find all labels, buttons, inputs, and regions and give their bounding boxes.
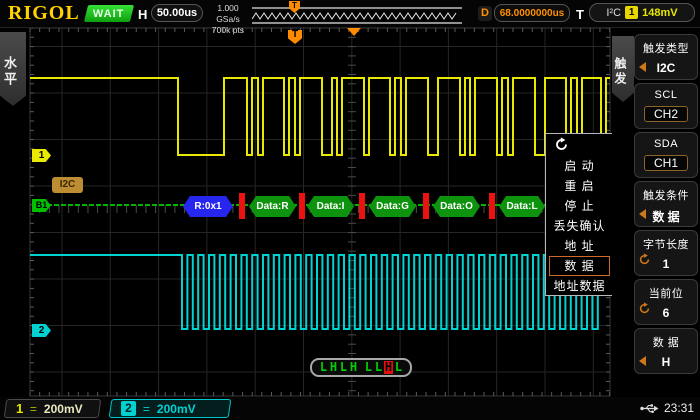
trigger-label: T bbox=[576, 7, 584, 22]
left-arrow-icon bbox=[639, 62, 646, 72]
menu-button-sda[interactable]: SDA CH1 bbox=[634, 132, 698, 178]
rigol-logo: RIGOL bbox=[8, 2, 80, 25]
trigger-pattern-badge: L H L H L L H L bbox=[310, 358, 412, 377]
delay-value[interactable]: 68.0000000us bbox=[494, 4, 570, 22]
decode-separator bbox=[359, 193, 365, 219]
pattern-bit: H bbox=[329, 361, 338, 374]
channel2-pill[interactable]: 2 = 200mV bbox=[109, 399, 232, 418]
trigger-level: 148mV bbox=[642, 7, 677, 19]
left-arrow-icon bbox=[639, 209, 646, 219]
popup-item-data[interactable]: 数 据 bbox=[549, 256, 610, 276]
knob-rotate-icon bbox=[554, 137, 569, 157]
popup-item-start[interactable]: 启 动 bbox=[546, 156, 613, 176]
trigger-condition-popup: 启 动 重 启 停 止 丢失确认 地 址 数 据 地址数据 bbox=[545, 133, 613, 296]
sample-rate: 1.000 GSa/s 700k pts bbox=[206, 3, 250, 36]
pattern-bit: L bbox=[364, 361, 373, 374]
trigger-type: I²C bbox=[606, 7, 621, 19]
decode-block-data: Data:O bbox=[433, 196, 480, 217]
knob-rotate-icon bbox=[638, 302, 651, 320]
oscilloscope-screen: RIGOL WAIT H 50.00us 1.000 GSa/s 700k pt… bbox=[0, 0, 700, 420]
trigger-info-pill[interactable]: I²C 1 148mV bbox=[589, 3, 695, 22]
horizontal-position-marker[interactable] bbox=[347, 28, 361, 36]
decode-block-data: Data:L bbox=[499, 196, 545, 217]
timebase-value[interactable]: 50.00us bbox=[151, 4, 203, 22]
waveform-preview-bar[interactable] bbox=[252, 7, 462, 24]
channel1-scale: 200mV bbox=[44, 402, 83, 416]
horizontal-label: H bbox=[138, 7, 147, 22]
bottom-status-bar: 1 = 200mV 2 = 200mV 23:31 bbox=[0, 397, 700, 420]
popup-item-list: 启 动 重 启 停 止 丢失确认 地 址 数 据 地址数据 bbox=[546, 156, 613, 296]
trigger-source-badge: 1 bbox=[625, 6, 638, 19]
decode-separator bbox=[299, 193, 305, 219]
pattern-bit: H bbox=[349, 361, 358, 374]
decode-block-data: Data:G bbox=[369, 196, 416, 217]
popup-item-address-data[interactable]: 地址数据 bbox=[546, 276, 613, 296]
tab-trigger[interactable]: 触发 bbox=[612, 36, 634, 102]
left-arrow-icon bbox=[639, 356, 646, 366]
menu-button-data[interactable]: 数 据 H bbox=[634, 328, 698, 374]
popup-item-address[interactable]: 地 址 bbox=[546, 236, 613, 256]
decode-block-data: Data:I bbox=[307, 196, 354, 217]
preview-zigzag bbox=[252, 10, 458, 23]
decode-separator bbox=[239, 193, 245, 219]
pattern-bit: L bbox=[339, 361, 348, 374]
knob-rotate-icon bbox=[638, 253, 651, 271]
menu-button-trigger-condition[interactable]: 触发条件 数 据 bbox=[634, 181, 698, 227]
channel1-number: 1 bbox=[16, 401, 23, 416]
decode-protocol-badge: I2C bbox=[52, 177, 83, 193]
pattern-bit-current: H bbox=[384, 361, 393, 374]
tab-horizontal[interactable]: 水平 bbox=[0, 32, 26, 106]
channel1-coupling-icon: = bbox=[30, 402, 37, 416]
channel1-pill[interactable]: 1 = 200mV bbox=[4, 399, 102, 418]
decode-separator bbox=[489, 193, 495, 219]
channel2-number: 2 bbox=[121, 401, 136, 416]
popup-item-stop[interactable]: 停 止 bbox=[546, 196, 613, 216]
pattern-bit: L bbox=[374, 361, 383, 374]
decode-separator bbox=[423, 193, 429, 219]
menu-button-scl[interactable]: SCL CH2 bbox=[634, 83, 698, 129]
popup-item-restart[interactable]: 重 启 bbox=[546, 176, 613, 196]
menu-button-current-bit[interactable]: 当前位 6 bbox=[634, 279, 698, 325]
decode-block-address: R:0x1 bbox=[183, 196, 233, 217]
menu-button-byte-length[interactable]: 字节长度 1 bbox=[634, 230, 698, 276]
usb-icon bbox=[640, 403, 659, 414]
popup-item-missed-ack[interactable]: 丢失确认 bbox=[546, 216, 613, 236]
delay-label: D bbox=[478, 6, 492, 21]
pattern-bit: L bbox=[394, 361, 403, 374]
top-status-bar: RIGOL WAIT H 50.00us 1.000 GSa/s 700k pt… bbox=[0, 0, 700, 28]
channel2-coupling-icon: = bbox=[143, 402, 150, 416]
pattern-bit: L bbox=[319, 361, 328, 374]
channel2-scale: 200mV bbox=[157, 402, 196, 416]
menu-button-trigger-type[interactable]: 触发类型 I2C bbox=[634, 34, 698, 80]
clock: 23:31 bbox=[664, 401, 694, 415]
run-status-badge[interactable]: WAIT bbox=[84, 5, 134, 22]
decode-block-data: Data:R bbox=[249, 196, 296, 217]
